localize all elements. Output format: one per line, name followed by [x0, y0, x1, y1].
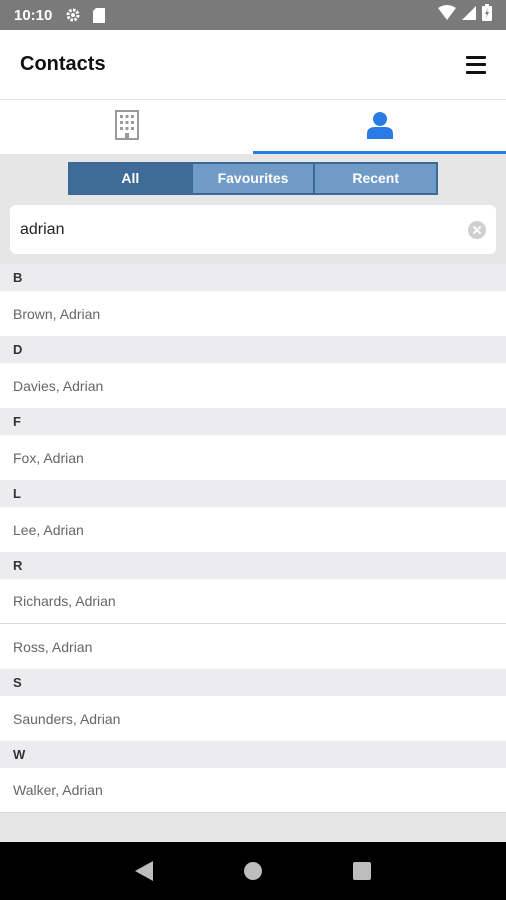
person-icon [366, 111, 393, 144]
contact-list[interactable]: B Brown, Adrian D Davies, Adrian F Fox, … [0, 264, 506, 842]
filter-segment-container: All Favourites Recent [0, 154, 506, 202]
settings-icon [64, 6, 82, 24]
filter-segment: All Favourites Recent [68, 161, 438, 195]
contact-row[interactable]: Saunders, Adrian [0, 696, 506, 741]
filter-recent-button[interactable]: Recent [313, 163, 437, 193]
status-time: 10:10 [14, 6, 53, 24]
section-header-w: W [0, 741, 506, 768]
search-container [0, 202, 506, 264]
status-bar: 10:10 [0, 0, 506, 30]
section-header-d: D [0, 336, 506, 363]
contact-row[interactable]: Fox, Adrian [0, 435, 506, 480]
clear-search-icon[interactable] [468, 220, 486, 239]
contact-row[interactable]: Walker, Adrian [0, 768, 506, 813]
filter-favourites-button[interactable]: Favourites [190, 163, 314, 193]
back-icon[interactable] [124, 851, 164, 891]
contact-row[interactable]: Davies, Adrian [0, 363, 506, 408]
app-bar: Contacts [0, 30, 506, 100]
contact-row[interactable]: Richards, Adrian [0, 579, 506, 624]
recents-icon[interactable] [342, 851, 382, 891]
signal-icon [462, 5, 476, 25]
battery-icon [482, 4, 492, 26]
contact-row[interactable]: Brown, Adrian [0, 291, 506, 336]
tab-organisations[interactable] [0, 100, 253, 154]
wifi-icon [438, 5, 456, 25]
hamburger-menu-icon[interactable] [466, 55, 486, 74]
home-icon[interactable] [233, 851, 273, 891]
building-icon [114, 109, 139, 145]
contact-row[interactable]: Ross, Adrian [0, 624, 506, 669]
section-header-s: S [0, 669, 506, 696]
filter-all-button[interactable]: All [70, 163, 191, 193]
tab-people[interactable] [253, 100, 506, 154]
section-header-r: R [0, 552, 506, 579]
system-nav-bar [0, 842, 506, 900]
search-box [10, 205, 496, 254]
page-title: Contacts [20, 53, 106, 75]
section-header-b: B [0, 264, 506, 291]
contact-row[interactable]: Lee, Adrian [0, 507, 506, 552]
section-header-l: L [0, 480, 506, 507]
tab-bar [0, 100, 506, 154]
sd-card-icon [90, 6, 108, 24]
section-header-f: F [0, 408, 506, 435]
search-input[interactable] [20, 220, 468, 239]
